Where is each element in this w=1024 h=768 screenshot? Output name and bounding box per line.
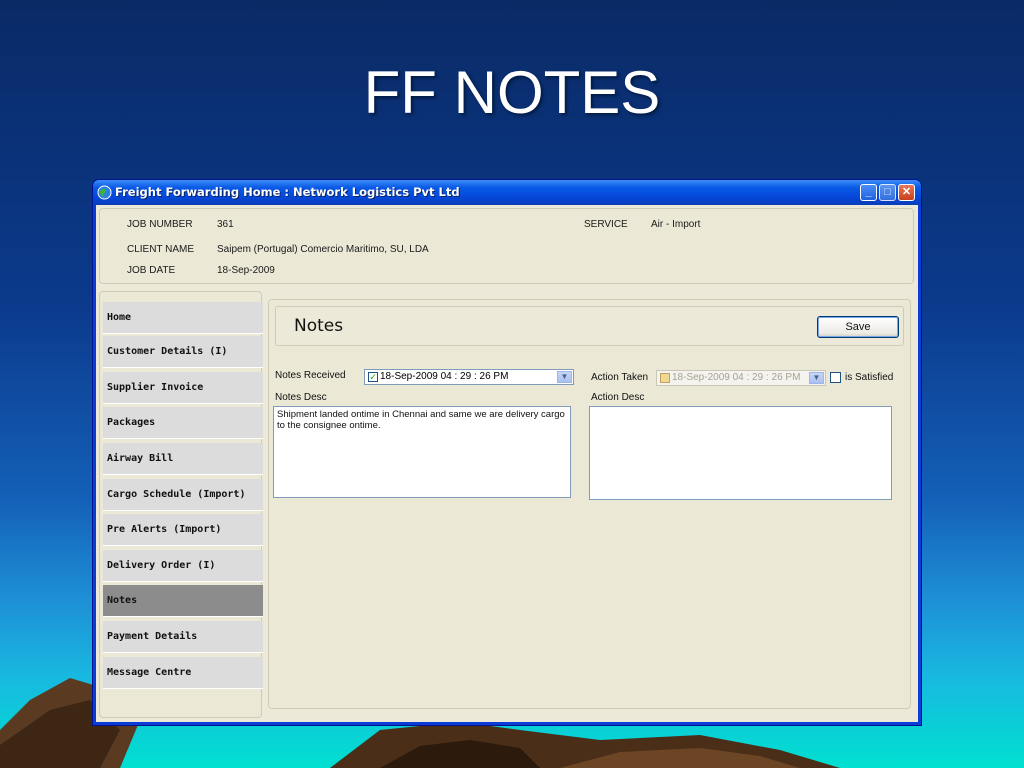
close-button[interactable]: ✕ xyxy=(898,184,915,201)
chevron-down-icon[interactable]: ▼ xyxy=(809,372,824,384)
action-taken-label: Action Taken xyxy=(591,372,649,383)
action-taken-value: 18-Sep-2009 04 : 29 : 26 PM xyxy=(672,372,801,383)
sidebar-item-payment-details[interactable]: Payment Details xyxy=(103,621,263,653)
notes-received-value: 18-Sep-2009 04 : 29 : 26 PM xyxy=(380,371,509,382)
notes-received-datepicker[interactable]: ✓ 18-Sep-2009 04 : 29 : 26 PM ▼ xyxy=(364,369,574,385)
job-number-label: JOB NUMBER xyxy=(127,219,193,230)
is-satisfied-checkbox[interactable] xyxy=(830,372,841,383)
window-title: Freight Forwarding Home : Network Logist… xyxy=(115,185,460,199)
notes-desc-label: Notes Desc xyxy=(275,392,327,403)
sidebar-item-airway-bill[interactable]: Airway Bill xyxy=(103,443,263,475)
job-number-value: 361 xyxy=(217,219,234,230)
chevron-down-icon[interactable]: ▼ xyxy=(557,371,572,383)
sidebar-nav: Home Customer Details (I) Supplier Invoi… xyxy=(99,291,263,718)
globe-icon xyxy=(97,185,112,200)
sidebar-item-supplier-invoice[interactable]: Supplier Invoice xyxy=(103,372,263,404)
sidebar-item-pre-alerts[interactable]: Pre Alerts (Import) xyxy=(103,514,263,546)
page-title: Notes xyxy=(294,316,344,336)
client-name-value: Saipem (Portugal) Comercio Maritimo, SU,… xyxy=(217,244,429,255)
notes-desc-textarea[interactable]: Shipment landed ontime in Chennai and sa… xyxy=(273,406,571,498)
action-taken-checkbox[interactable] xyxy=(660,373,670,383)
sidebar-item-delivery-order[interactable]: Delivery Order (I) xyxy=(103,550,263,582)
sidebar-item-packages[interactable]: Packages xyxy=(103,407,263,439)
minimize-button[interactable]: _ xyxy=(860,184,877,201)
sidebar-item-message-centre[interactable]: Message Centre xyxy=(103,657,263,689)
sidebar-item-notes[interactable]: Notes xyxy=(103,585,263,617)
service-value: Air - Import xyxy=(651,219,701,230)
job-date-value: 18-Sep-2009 xyxy=(217,265,275,276)
notes-panel: Notes Save Notes Received ✓ 18-Sep-2009 … xyxy=(268,299,911,709)
is-satisfied-label: is Satisfied xyxy=(845,372,894,383)
job-header-panel: JOB NUMBER 361 CLIENT NAME Saipem (Portu… xyxy=(99,208,914,284)
notes-received-checkbox[interactable]: ✓ xyxy=(368,372,378,382)
action-desc-label: Action Desc xyxy=(591,392,645,403)
save-button[interactable]: Save xyxy=(817,316,899,338)
service-label: SERVICE xyxy=(584,219,628,230)
client-name-label: CLIENT NAME xyxy=(127,244,195,255)
slide-title: FF NOTES xyxy=(363,59,661,126)
notes-header: Notes Save xyxy=(275,306,904,346)
app-window: Freight Forwarding Home : Network Logist… xyxy=(93,180,921,725)
title-bar[interactable]: Freight Forwarding Home : Network Logist… xyxy=(93,180,921,205)
maximize-button[interactable]: □ xyxy=(879,184,896,201)
sidebar-item-home[interactable]: Home xyxy=(103,302,263,334)
sidebar-item-cargo-schedule[interactable]: Cargo Schedule (Import) xyxy=(103,479,263,511)
window-client-area: JOB NUMBER 361 CLIENT NAME Saipem (Portu… xyxy=(96,205,918,722)
job-date-label: JOB DATE xyxy=(127,265,176,276)
sidebar-item-customer-details[interactable]: Customer Details (I) xyxy=(103,336,263,368)
notes-received-label: Notes Received xyxy=(275,370,346,381)
action-taken-datepicker[interactable]: 18-Sep-2009 04 : 29 : 26 PM ▼ xyxy=(656,370,826,386)
action-desc-textarea[interactable] xyxy=(589,406,892,500)
